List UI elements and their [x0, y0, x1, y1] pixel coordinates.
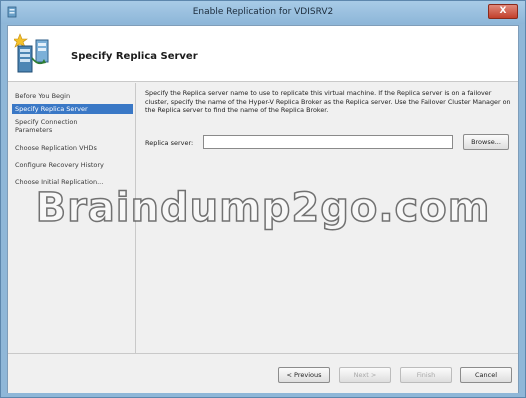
- cancel-button[interactable]: Cancel: [460, 367, 512, 383]
- wizard-window: Enable Replication for VDISRV2 X Specify…: [0, 0, 526, 398]
- finish-button[interactable]: Finish: [400, 367, 452, 383]
- previous-button[interactable]: < Previous: [278, 367, 330, 383]
- replica-server-row: Replica server: Browse...: [145, 134, 513, 151]
- wizard-footer: < Previous Next > Finish Cancel: [8, 353, 518, 393]
- replication-wizard-icon: [14, 33, 49, 73]
- title-bar[interactable]: Enable Replication for VDISRV2 X: [1, 1, 525, 24]
- close-button[interactable]: X: [488, 4, 518, 19]
- page-title: Specify Replica Server: [71, 51, 198, 62]
- step-configure-recovery-history[interactable]: Configure Recovery History: [12, 160, 133, 170]
- window-title: Enable Replication for VDISRV2: [192, 7, 334, 17]
- browse-button[interactable]: Browse...: [463, 134, 509, 150]
- instructions-text: Specify the Replica server name to use t…: [145, 89, 511, 114]
- replica-server-input[interactable]: [203, 135, 453, 149]
- replica-server-label: Replica server:: [145, 139, 194, 147]
- step-specify-replica-server[interactable]: Specify Replica Server: [12, 104, 133, 114]
- step-choose-replication-vhds[interactable]: Choose Replication VHDs: [12, 143, 133, 153]
- step-before-you-begin[interactable]: Before You Begin: [12, 91, 133, 101]
- step-specify-connection-parameters[interactable]: Specify Connection Parameters: [12, 117, 102, 135]
- wizard-header: Specify Replica Server: [8, 26, 518, 82]
- main-content: Specify the Replica server name to use t…: [145, 89, 511, 115]
- watermark-text: Braindump2go.com: [35, 184, 491, 232]
- next-button[interactable]: Next >: [339, 367, 391, 383]
